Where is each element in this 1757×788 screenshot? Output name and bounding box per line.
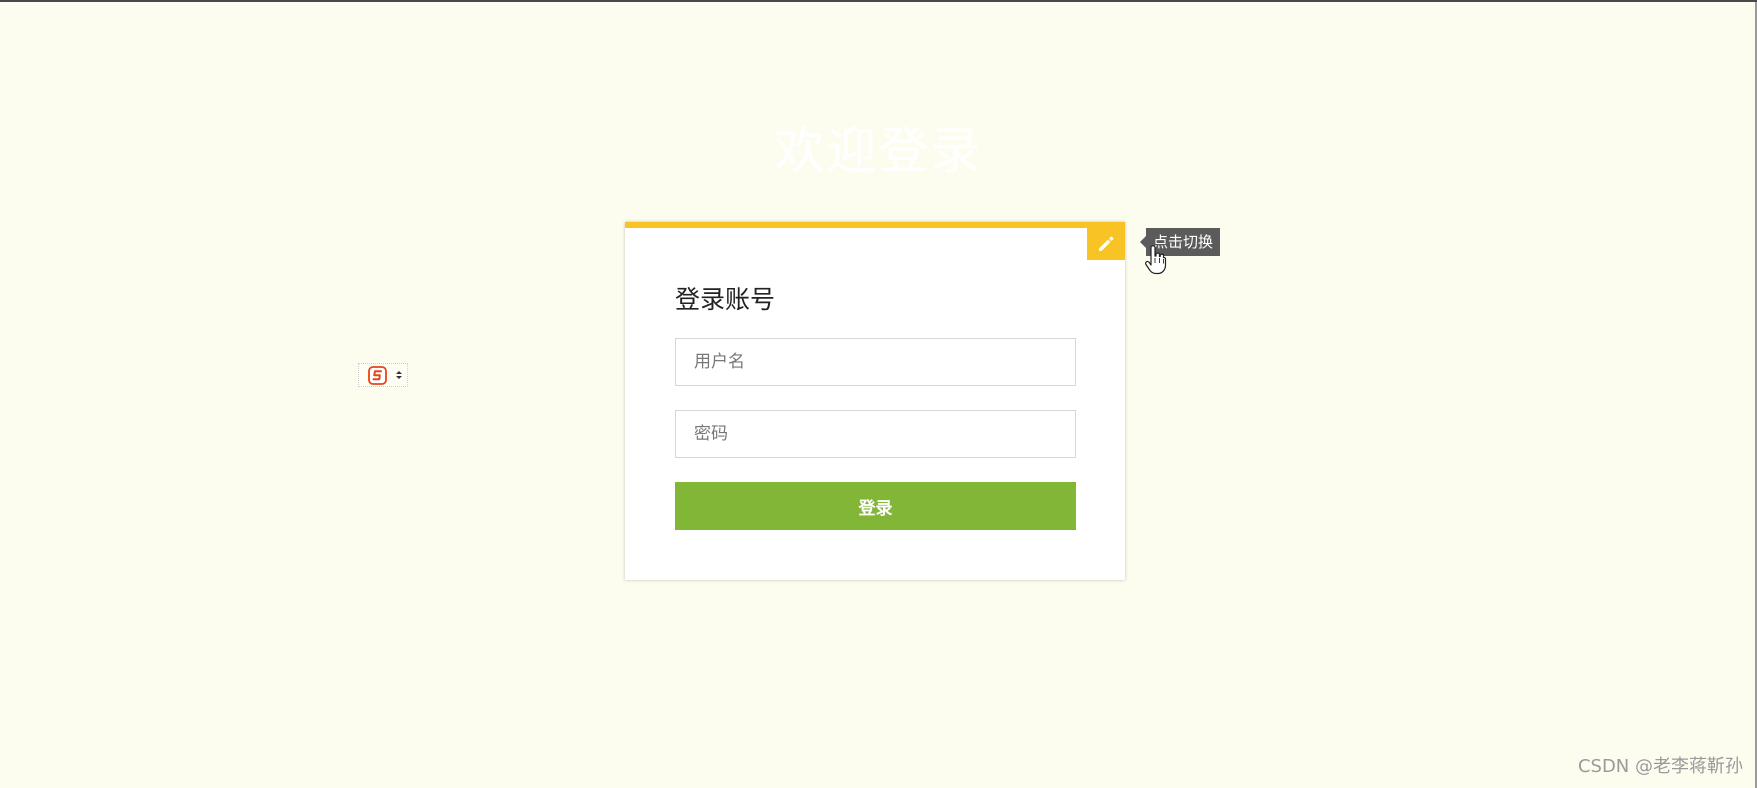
ime-toolbar[interactable]	[358, 363, 408, 387]
login-button[interactable]: 登录	[675, 482, 1076, 530]
window-top-border	[0, 0, 1757, 2]
login-card: 登录账号 登录	[625, 222, 1125, 580]
sogou-s-icon	[368, 366, 387, 385]
ime-expand-icon[interactable]	[395, 369, 403, 381]
welcome-title: 欢迎登录	[774, 121, 983, 180]
card-heading: 登录账号	[675, 285, 776, 314]
password-input[interactable]	[675, 410, 1076, 458]
toggle-login-mode-button[interactable]	[1087, 228, 1125, 260]
csdn-watermark: CSDN @老李蒋靳孙	[1577, 756, 1743, 777]
username-input[interactable]	[675, 338, 1076, 386]
pencil-icon	[1099, 236, 1114, 251]
hand-pointer-icon	[1145, 245, 1167, 275]
